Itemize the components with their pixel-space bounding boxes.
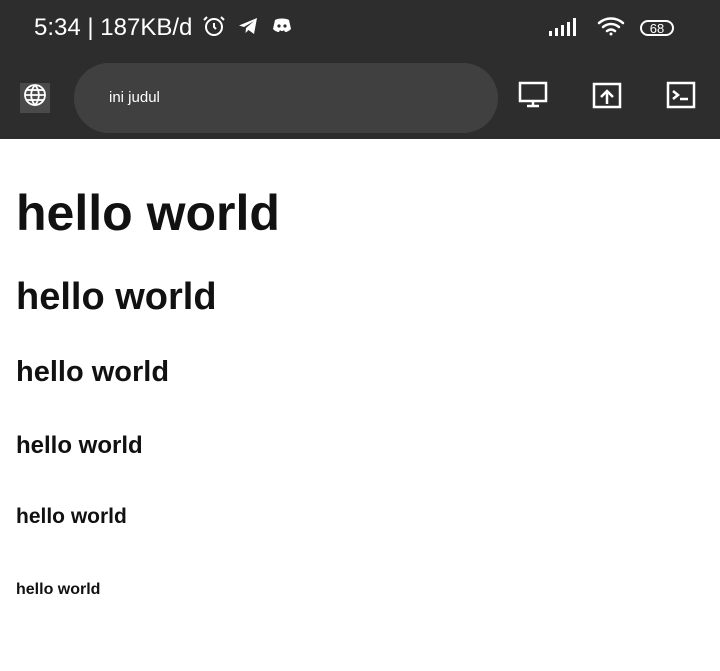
wifi-icon [596, 14, 626, 43]
heading-h2: hello world [16, 276, 217, 318]
status-separator: | [87, 14, 101, 41]
heading-h3: hello world [16, 356, 170, 388]
desktop-icon [517, 79, 549, 116]
heading-h6: hello world [16, 581, 101, 598]
battery-level: 68 [649, 20, 665, 36]
desktop-button[interactable] [516, 81, 550, 115]
network-speed: 187KB/d [100, 14, 193, 41]
signal-icon [548, 15, 582, 42]
battery-icon: 68 [640, 20, 674, 36]
page-content: hello world hello world hello world hell… [0, 139, 720, 598]
heading-h1: hello world [16, 185, 280, 241]
browser-toolbar: ini judul [0, 56, 720, 139]
discord-icon [270, 14, 294, 43]
open-external-icon [591, 79, 623, 116]
address-bar[interactable]: ini judul [74, 62, 498, 133]
heading-h4: hello world [16, 432, 143, 459]
globe-icon [23, 83, 47, 112]
status-right: 68 [548, 14, 674, 43]
globe-button[interactable] [20, 82, 50, 113]
status-time: 5:34 | 187KB/d [34, 16, 192, 40]
terminal-icon [665, 79, 697, 116]
status-left: 5:34 | 187KB/d [34, 14, 294, 43]
open-external-button[interactable] [590, 81, 624, 115]
alarm-icon [202, 14, 226, 43]
telegram-icon [236, 14, 260, 43]
status-bar: 5:34 | 187KB/d 68 [0, 0, 720, 56]
terminal-button[interactable] [664, 81, 698, 115]
heading-h5: hello world [16, 505, 127, 528]
status-time-text: 5:34 [34, 14, 81, 41]
address-title: ini judul [109, 89, 160, 106]
